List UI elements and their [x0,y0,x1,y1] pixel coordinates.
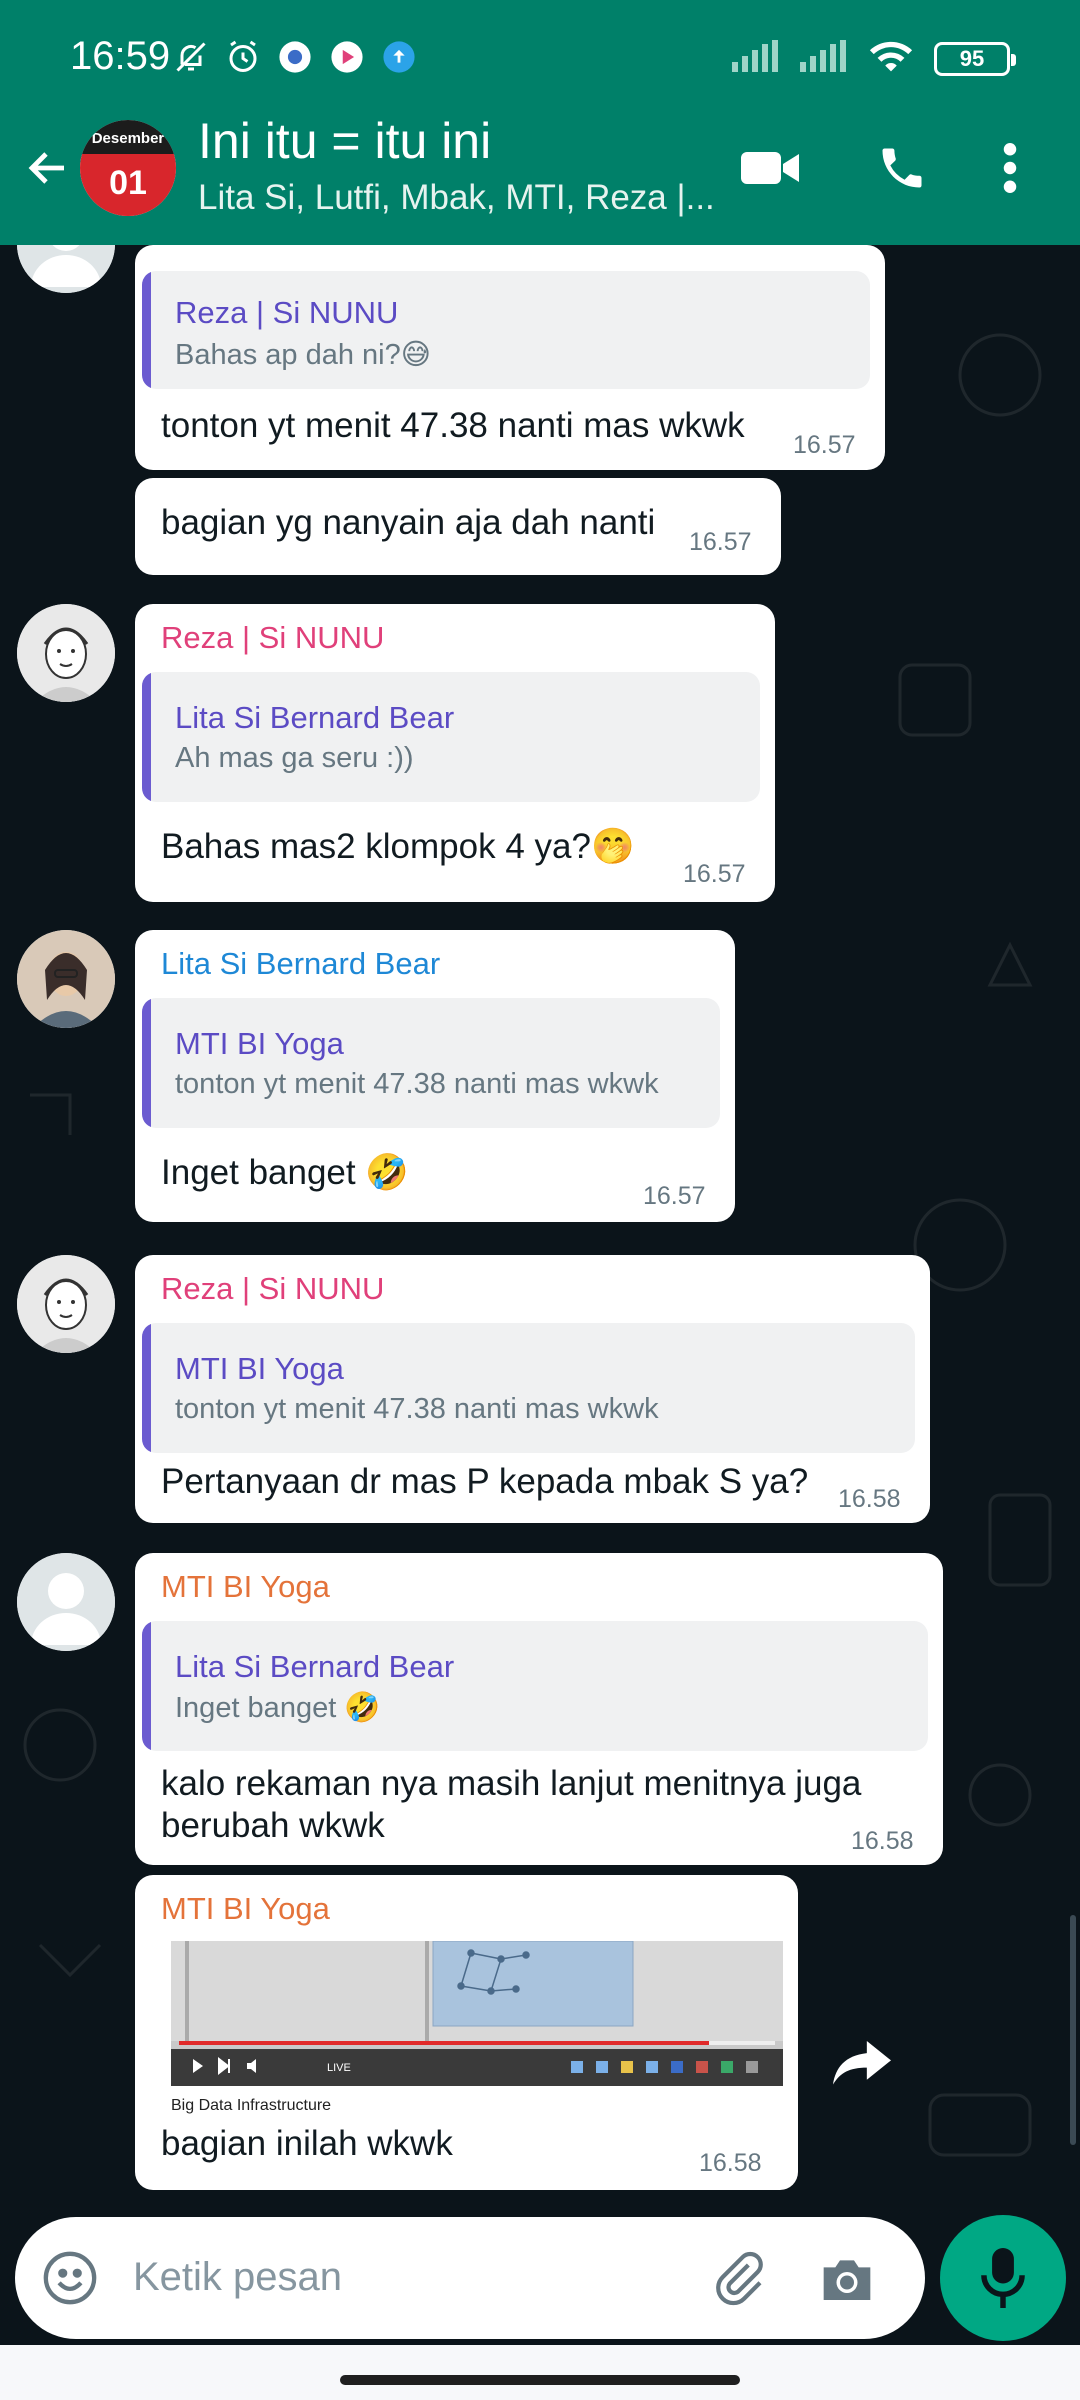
quoted-sender: Reza | Si NUNU [175,295,399,330]
compose-bar: Ketik pesan [0,2195,1080,2345]
message-text: bagian yg nanyain aja dah nanti [161,503,656,542]
status-time: 16:59 [70,34,171,78]
signal-icon-2 [800,40,848,77]
battery-level: 95 [959,45,985,71]
chat-title[interactable]: Ini itu = itu ini [198,112,491,170]
message-sender[interactable]: Reza | Si NUNU [161,620,384,656]
message-text: tonton yt menit 47.38 nanti mas wkwk [161,406,745,445]
notification-icons [172,38,418,76]
message-sender[interactable]: Lita Si Bernard Bear [161,946,440,982]
quoted-text: tonton yt menit 47.38 nanti mas wkwk [175,1393,659,1425]
quote-accent-bar [142,1621,151,1751]
message-text: bagian inilah wkwk [161,2124,453,2163]
message-bubble[interactable]: MTI BI Yoga LIVE Big Data Infrastructure… [135,1875,798,2190]
quoted-message[interactable]: Reza | Si NUNU Bahas ap dah ni?😅 [142,271,870,389]
quoted-message[interactable]: MTI BI Yoga tonton yt menit 47.38 nanti … [142,1323,915,1453]
quote-accent-bar [142,271,151,389]
quoted-sender: Lita Si Bernard Bear [175,700,455,735]
quoted-text: Bahas ap dah ni?😅 [175,339,431,371]
message-bubble[interactable]: Reza | Si NUNU MTI BI Yoga tonton yt men… [135,1255,930,1523]
shared-image[interactable]: LIVE Big Data Infrastructure [171,1941,783,2114]
message-text: Inget banget 🤣 [161,1153,409,1192]
message-sender[interactable]: Reza | Si NUNU [161,1271,384,1307]
quoted-message[interactable]: Lita Si Bernard Bear Inget banget 🤣 [142,1621,928,1751]
live-label: LIVE [327,2062,351,2074]
message-text: Pertanyaan dr mas P kepada mbak S ya? [161,1462,809,1501]
quoted-text: Inget banget 🤣 [175,1692,381,1724]
home-gesture-handle[interactable] [340,2375,740,2385]
message-text-line-2: berubah wkwk [161,1806,385,1845]
quoted-sender: Lita Si Bernard Bear [175,1649,455,1684]
message-text-line-1: kalo rekaman nya masih lanjut menitnya j… [161,1764,862,1803]
voice-call-button[interactable] [867,138,937,198]
quote-accent-bar [142,672,151,802]
message-time: 16.57 [793,431,856,459]
quoted-message[interactable]: Lita Si Bernard Bear Ah mas ga seru :)) [142,672,760,802]
back-button[interactable] [20,140,76,196]
message-time: 16.57 [683,860,746,888]
wifi-icon [868,38,914,79]
message-sender[interactable]: MTI BI Yoga [161,1569,330,1605]
calendar-month: Desember [80,120,176,154]
more-options-button[interactable] [985,138,1035,198]
message-input[interactable]: Ketik pesan [133,2255,342,2300]
message-text: Bahas mas2 klompok 4 ya?🤭 [161,827,635,866]
quote-accent-bar [142,998,151,1128]
quote-accent-bar [142,1323,151,1453]
sender-avatar-lita[interactable] [17,930,115,1028]
image-caption: Big Data Infrastructure [171,2097,332,2114]
message-time: 16.57 [689,528,752,556]
sender-avatar-reza[interactable] [17,1255,115,1353]
attach-button[interactable] [707,2247,771,2311]
message-bubble[interactable]: Lita Si Bernard Bear MTI BI Yoga tonton … [135,930,735,1222]
scrollbar[interactable] [1070,1915,1076,2145]
quoted-sender: MTI BI Yoga [175,1351,344,1386]
video-call-button[interactable] [736,138,806,198]
message-time: 16.58 [699,2149,762,2177]
play-store-icon [328,38,366,76]
message-time: 16.58 [851,1827,914,1855]
alarm-icon [224,38,262,76]
system-navigation-bar [0,2345,1080,2400]
cloud-upload-icon [380,38,418,76]
group-avatar[interactable]: Desember 01 [80,120,176,216]
message-bubble[interactable]: bagian yg nanyain aja dah nanti 16.57 [135,478,781,575]
message-input-container[interactable]: Ketik pesan [15,2217,925,2339]
message-sender[interactable]: MTI BI Yoga [161,1891,330,1927]
video-screenshot: LIVE [171,1941,783,2086]
chat-header: 16:59 95 Desember 01 Ini itu = itu ini L… [0,0,1080,245]
sender-avatar-reza[interactable] [17,604,115,702]
mute-bell-icon [172,38,210,76]
voice-message-button[interactable] [940,2215,1066,2341]
system-icons: 95 [732,38,1016,79]
calendar-day: 01 [80,154,176,216]
message-bubble[interactable]: Reza | Si NUNU Bahas ap dah ni?😅 tonton … [135,245,885,470]
app-notification-icon [276,38,314,76]
message-time: 16.57 [643,1182,706,1210]
quoted-text: Ah mas ga seru :)) [175,742,414,774]
battery-indicator: 95 [934,41,1016,76]
camera-button[interactable] [815,2247,879,2311]
message-bubble[interactable]: MTI BI Yoga Lita Si Bernard Bear Inget b… [135,1553,943,1865]
forward-button[interactable] [822,2024,902,2104]
message-bubble[interactable]: Reza | Si NUNU Lita Si Bernard Bear Ah m… [135,604,775,902]
status-bar: 16:59 95 [0,0,1080,110]
emoji-button[interactable] [40,2248,100,2308]
quoted-message[interactable]: MTI BI Yoga tonton yt menit 47.38 nanti … [142,998,720,1128]
signal-icon [732,40,780,77]
message-time: 16.58 [838,1485,901,1513]
quoted-text: tonton yt menit 47.38 nanti mas wkwk [175,1068,659,1100]
message-list[interactable]: Reza | Si NUNU Bahas ap dah ni?😅 tonton … [0,245,1080,2195]
chat-participants[interactable]: Lita Si, Lutfi, Mbak, MTI, Reza |... [198,178,728,218]
sender-avatar[interactable] [17,1553,115,1651]
quoted-sender: MTI BI Yoga [175,1026,344,1061]
